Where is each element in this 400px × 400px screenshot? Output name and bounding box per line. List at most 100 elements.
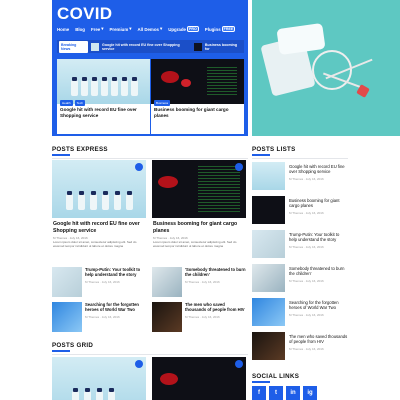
list-item[interactable]: Google hit with record EU fine over Shop… bbox=[252, 162, 348, 196]
post-title[interactable]: Trump-Putin: Your toolkit to help unders… bbox=[85, 267, 146, 278]
nav-label: Free bbox=[90, 26, 101, 32]
post-title[interactable]: Business booming for giant cargo planes bbox=[152, 218, 246, 235]
nav-label: Premium bbox=[109, 26, 129, 32]
hero-post[interactable]: Business Business booming for giant carg… bbox=[151, 59, 244, 134]
post-card[interactable]: Google hit with record EU fine over Shop… bbox=[52, 160, 146, 249]
nav-premium[interactable]: Premium ▾ bbox=[109, 26, 131, 32]
section-divider bbox=[52, 158, 248, 159]
data-dashboard-image bbox=[152, 357, 246, 400]
camera-icon bbox=[235, 163, 243, 171]
ticker-item[interactable]: Google hit with record EU fine over Shop… bbox=[102, 43, 191, 51]
breaking-news-ticker: Breaking News Google hit with record EU … bbox=[57, 40, 244, 53]
camera-icon bbox=[135, 163, 143, 171]
section-title-posts-grid: POSTS GRID bbox=[52, 342, 94, 352]
post-title[interactable]: Searching for the forgotten heroes of Wo… bbox=[85, 302, 146, 313]
data-dashboard-image bbox=[151, 59, 244, 104]
post-thumbnail[interactable] bbox=[52, 267, 82, 297]
post-card[interactable] bbox=[52, 357, 146, 400]
nav-label: Plugins bbox=[204, 26, 221, 32]
linkedin-icon[interactable]: in bbox=[286, 386, 300, 400]
breaking-news-label: Breaking News bbox=[59, 40, 89, 53]
list-item[interactable]: The men who saved thousands of people fr… bbox=[152, 302, 246, 332]
category-tag[interactable]: Health bbox=[60, 100, 73, 106]
category-tag[interactable]: Tech bbox=[74, 100, 86, 106]
ticker-item[interactable]: Business booming for bbox=[205, 43, 242, 51]
list-item[interactable]: Searching for the forgotten heroes of Wo… bbox=[52, 302, 146, 332]
list-item[interactable]: Searching for the forgotten heroes of Wo… bbox=[252, 298, 348, 332]
list-item[interactable]: The men who saved thousands of people fr… bbox=[252, 332, 348, 366]
data-dashboard-image bbox=[152, 160, 246, 218]
section-title-posts-express: POSTS EXPRESS bbox=[52, 146, 108, 156]
post-thumbnail[interactable] bbox=[252, 162, 285, 190]
list-item[interactable]: Trump-Putin: Your toolkit to help unders… bbox=[52, 267, 146, 297]
post-title[interactable]: Business booming for giant cargo planes bbox=[289, 198, 348, 209]
post-meta: M Themes · July 16, 2016 bbox=[289, 312, 324, 317]
nav-label: Upgrade bbox=[168, 26, 186, 32]
post-title[interactable]: Google hit with record EU fine over Shop… bbox=[289, 164, 348, 175]
ticker-thumbnail[interactable] bbox=[91, 42, 100, 51]
post-thumbnail[interactable] bbox=[152, 302, 182, 332]
pro-badge: PRO bbox=[187, 26, 199, 32]
chevron-down-icon: ▾ bbox=[129, 26, 132, 31]
post-title[interactable]: Somebody threatened to burn the children… bbox=[289, 266, 348, 277]
ticker-thumbnail[interactable] bbox=[194, 42, 202, 51]
social-links: f t in ig bbox=[252, 386, 317, 400]
nav-blog[interactable]: Blog bbox=[75, 26, 85, 32]
post-title[interactable]: The men who saved thousands of people fr… bbox=[185, 302, 246, 313]
post-title[interactable]: Searching for the forgotten heroes of Wo… bbox=[289, 300, 348, 311]
nav-home[interactable]: Home bbox=[57, 26, 69, 32]
chevron-down-icon: ▾ bbox=[159, 26, 163, 31]
nav-label: Blog bbox=[75, 26, 85, 32]
post-meta: M Themes · July 16, 2016 bbox=[85, 314, 120, 319]
list-item[interactable]: 'Somebody threatened to burn the childre… bbox=[152, 267, 246, 297]
post-meta: M Themes · July 16, 2016 bbox=[289, 244, 324, 249]
post-thumbnail[interactable] bbox=[252, 230, 285, 258]
category-tag[interactable]: Business bbox=[154, 100, 171, 106]
post-meta: M Themes · July 16, 2016 bbox=[85, 279, 120, 284]
instagram-icon[interactable]: ig bbox=[303, 386, 317, 400]
post-thumbnail[interactable] bbox=[252, 298, 285, 326]
section-title-posts-lists: POSTS LISTS bbox=[252, 146, 296, 156]
post-meta: M Themes · July 16, 2016 bbox=[289, 210, 324, 215]
post-title[interactable]: Trump-Putin: Your toolkit to help unders… bbox=[289, 232, 348, 243]
post-thumbnail[interactable] bbox=[152, 267, 182, 297]
free-badge: FREE bbox=[221, 26, 236, 32]
post-excerpt: Lorem ipsum dolor sit amet, consectetur … bbox=[53, 240, 137, 248]
site-header: COVID Home Blog Free ▾ Premium ▾ All Demos… bbox=[52, 0, 248, 136]
section-divider bbox=[52, 354, 248, 355]
post-title[interactable]: 'Somebody threatened to burn the childre… bbox=[185, 267, 246, 278]
site-logo[interactable]: COVID bbox=[57, 4, 112, 24]
list-item[interactable]: Somebody threatened to burn the children… bbox=[252, 264, 348, 298]
post-thumbnail[interactable] bbox=[52, 302, 82, 332]
post-title[interactable]: The men who saved thousands of people fr… bbox=[289, 334, 348, 345]
list-item[interactable]: Business booming for giant cargo planes M… bbox=[252, 196, 348, 230]
nav-all-demos[interactable]: All Demos ▾ bbox=[137, 26, 162, 32]
featured-image-mask-and-syringe[interactable] bbox=[252, 0, 400, 136]
post-card[interactable] bbox=[152, 357, 246, 400]
post-card[interactable]: Business booming for giant cargo planes … bbox=[152, 160, 246, 249]
facebook-icon[interactable]: f bbox=[252, 386, 266, 400]
main-nav: Home Blog Free ▾ Premium ▾ All Demos ▾ Upgr… bbox=[57, 26, 236, 32]
camera-icon bbox=[135, 360, 143, 368]
nav-label: All Demos bbox=[137, 26, 159, 32]
camera-icon bbox=[235, 360, 243, 368]
post-meta: M Themes · July 16, 2016 bbox=[289, 278, 324, 283]
post-title[interactable]: Google hit with record EU fine over Shop… bbox=[52, 218, 146, 235]
post-thumbnail[interactable] bbox=[252, 264, 285, 292]
nav-label: Home bbox=[57, 26, 70, 32]
list-item[interactable]: Trump-Putin: Your toolkit to help unders… bbox=[252, 230, 348, 264]
twitter-icon[interactable]: t bbox=[269, 386, 283, 400]
hero-title[interactable]: Google hit with record EU fine over Shop… bbox=[57, 104, 150, 121]
nav-upgrade[interactable]: Upgrade PRO bbox=[168, 26, 199, 32]
chevron-down-icon: ▾ bbox=[101, 26, 104, 31]
page: COVID Home Blog Free ▾ Premium ▾ All Demos… bbox=[0, 0, 400, 400]
nav-plugins[interactable]: Plugins FREE bbox=[204, 26, 236, 32]
post-thumbnail[interactable] bbox=[252, 332, 285, 360]
post-meta: M Themes · July 16, 2016 bbox=[185, 314, 220, 319]
vaccine-vials-image bbox=[52, 160, 146, 218]
hero-post[interactable]: Health Tech Google hit with record EU fi… bbox=[57, 59, 150, 134]
nav-free[interactable]: Free ▾ bbox=[91, 26, 104, 32]
post-thumbnail[interactable] bbox=[252, 196, 285, 224]
hero-title[interactable]: Business booming for giant cargo planes bbox=[151, 104, 244, 121]
vaccine-vials-image bbox=[57, 59, 150, 104]
